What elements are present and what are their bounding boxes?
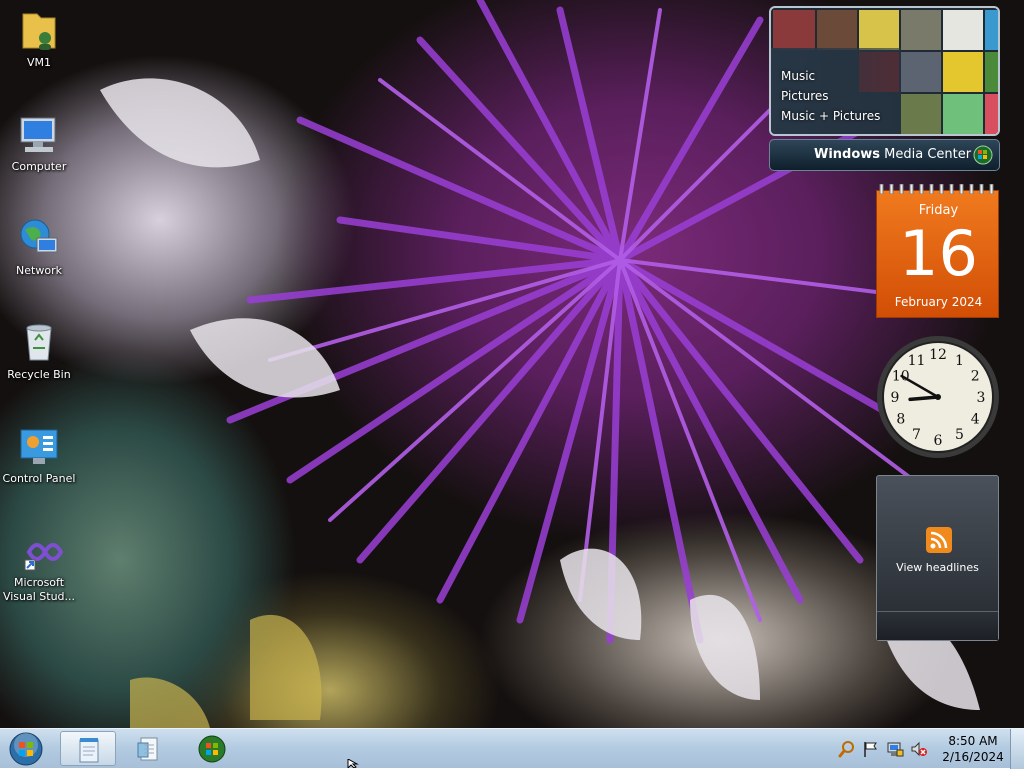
rss-icon	[926, 527, 952, 553]
media-tile	[859, 10, 899, 50]
feed-headlines-gadget[interactable]: View headlines	[876, 475, 999, 641]
desktop-icon-network[interactable]: Network	[1, 214, 77, 278]
clock-numeral: 6	[934, 433, 943, 449]
network-icon[interactable]	[886, 740, 904, 758]
desktop-icon-vm1[interactable]: VM1	[1, 6, 77, 70]
action-center-flag-icon[interactable]	[862, 740, 880, 758]
media-tile	[985, 94, 998, 134]
desktop-icon-computer[interactable]: Computer	[1, 110, 77, 174]
desktop-icon-label: Microsoft Visual Stud...	[2, 576, 76, 603]
taskbar-date: 2/16/2024	[942, 750, 1004, 764]
media-center-tiles[interactable]: Music Pictures Music + Pictures	[769, 6, 1000, 136]
calendar-gadget[interactable]: Friday 16 February 2024	[876, 184, 999, 318]
windows-start-orb-icon[interactable]	[6, 731, 46, 767]
view-headlines-link[interactable]: View headlines	[877, 561, 998, 574]
media-center-title: Windows Media Center	[814, 147, 972, 162]
taskbar-time: 8:50 AM	[948, 734, 998, 748]
clock-numeral: 7	[912, 427, 921, 443]
media-tile	[943, 52, 983, 92]
clock-numeral: 8	[896, 412, 905, 428]
calendar-binding-rings	[879, 184, 994, 194]
search-icon[interactable]	[838, 740, 856, 758]
media-tile	[901, 52, 941, 92]
document-explorer-icon	[137, 737, 158, 761]
control-panel-icon	[15, 422, 63, 470]
clock-center-pin	[935, 394, 941, 400]
media-tile	[985, 10, 998, 50]
desktop-icon-label: Recycle Bin	[7, 368, 71, 381]
desktop-icon-recycle-bin[interactable]: Recycle Bin	[1, 318, 77, 382]
desktop-icon-visual-studio[interactable]: Microsoft Visual Stud...	[1, 526, 77, 604]
media-tile	[817, 10, 857, 50]
clock-numeral: 5	[955, 427, 964, 443]
clock-gadget[interactable]: 12 1 2 3 4 5 6 7 8 9 10 11	[875, 334, 1001, 460]
taskbar-notepad-button[interactable]	[60, 731, 116, 766]
menu-item-music-pictures[interactable]: Music + Pictures	[781, 106, 880, 126]
system-tray: 8:50 AM 2/16/2024	[834, 729, 1024, 769]
computer-icon	[15, 110, 63, 158]
media-tile	[773, 10, 815, 50]
desktop-icon-label: VM1	[26, 56, 51, 69]
taskbar-clock[interactable]: 8:50 AM 2/16/2024	[938, 733, 1008, 765]
desktop-icon-label: Computer	[11, 160, 67, 173]
desktop-icon-label: Control Panel	[2, 472, 76, 485]
taskbar-media-center-button[interactable]	[184, 731, 240, 766]
media-tile	[943, 10, 983, 50]
media-tile	[901, 94, 941, 134]
menu-item-music[interactable]: Music	[781, 66, 880, 86]
clock-numeral: 3	[977, 390, 986, 406]
desktop-icon-label: Network	[16, 264, 62, 277]
feed-footer	[877, 611, 998, 640]
clock-hour-hand	[908, 395, 940, 402]
clock-numeral: 12	[929, 347, 947, 363]
recycle-bin-icon	[15, 318, 63, 366]
media-center-icon	[198, 735, 226, 763]
taskbar-explorer-button[interactable]	[120, 731, 176, 766]
taskbar: 8:50 AM 2/16/2024	[0, 728, 1024, 769]
clock-numeral: 2	[971, 369, 980, 385]
media-center-brand-bar[interactable]: Windows Media Center	[769, 139, 1000, 171]
clock-numeral: 1	[955, 353, 964, 369]
media-center-orb-icon	[973, 145, 993, 165]
media-tile	[985, 52, 998, 92]
show-desktop-button[interactable]	[1010, 729, 1024, 769]
mouse-cursor-icon	[347, 759, 359, 768]
desktop-icon-control-panel[interactable]: Control Panel	[1, 422, 77, 486]
clock-numeral: 11	[908, 353, 926, 369]
media-tile	[943, 94, 983, 134]
calendar-month-year: February 2024	[894, 295, 983, 309]
menu-item-pictures[interactable]: Pictures	[781, 86, 880, 106]
user-folder-icon	[15, 6, 63, 54]
calendar-day: 16	[899, 217, 978, 290]
clock-numeral: 4	[971, 412, 980, 428]
media-center-menu: Music Pictures Music + Pictures	[781, 66, 880, 126]
media-tile	[901, 10, 941, 50]
clock-numeral: 9	[891, 390, 900, 406]
calendar-weekday: Friday	[918, 203, 959, 218]
network-globe-icon	[15, 214, 63, 262]
visual-studio-icon	[15, 526, 64, 574]
calendar-page: Friday 16 February 2024	[876, 190, 999, 318]
notepad-icon	[79, 738, 99, 763]
media-center-gadget[interactable]: Music Pictures Music + Pictures Windows …	[769, 6, 1000, 171]
volume-muted-icon[interactable]	[910, 740, 928, 758]
